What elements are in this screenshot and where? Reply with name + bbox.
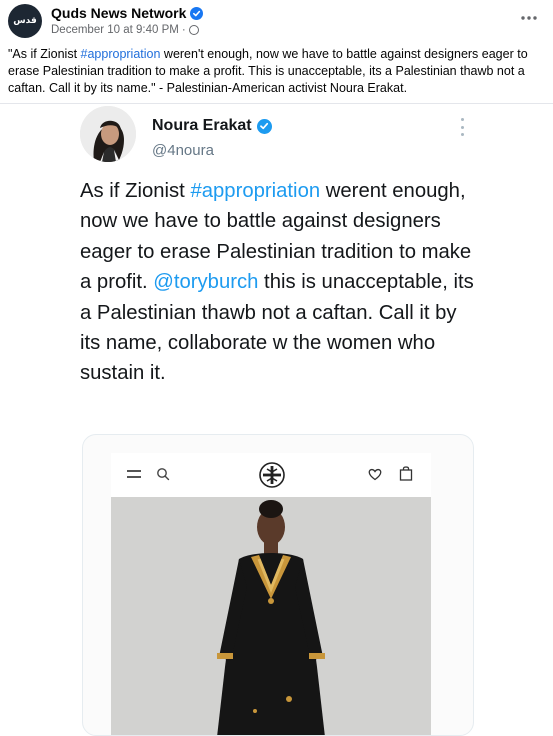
- tweet-mention: @toryburch: [153, 271, 259, 294]
- tweet-text: As if Zionist #appropriation werent enou…: [80, 176, 480, 389]
- search-icon: [157, 468, 170, 481]
- shop-navbar: [111, 453, 431, 497]
- heart-icon: [368, 468, 382, 481]
- menu-icon: [127, 468, 141, 480]
- more-options-button[interactable]: [517, 8, 541, 28]
- tory-burch-logo-icon: [259, 462, 285, 488]
- product-photo: [111, 497, 431, 735]
- post-caption: "As if Zionist #appropriation weren't en…: [8, 46, 548, 97]
- post-meta: December 10 at 9:40 PM ·: [51, 24, 199, 36]
- tweet-author-handle: @4noura: [152, 142, 214, 159]
- verified-badge-icon: [190, 6, 204, 20]
- tweet-verified-badge-icon: [256, 118, 272, 134]
- tweet-author-name-text: Noura Erakat: [152, 117, 252, 134]
- tweet-hashtag: #appropriation: [190, 180, 321, 202]
- tweet-more-icon: [458, 118, 466, 136]
- meta-separator: ·: [181, 24, 186, 36]
- tweet-author-name: Noura Erakat: [152, 117, 272, 135]
- shopping-bag-icon: [399, 466, 413, 481]
- tweet-text-part-1: As if Zionist: [80, 180, 191, 202]
- tweet-author-avatar: [80, 106, 136, 162]
- page-name: Quds News Network: [51, 5, 187, 21]
- page-avatar-logo: قدس: [13, 16, 37, 26]
- page-avatar[interactable]: قدس: [8, 4, 42, 38]
- globe-icon: [188, 25, 199, 35]
- caption-text-start: "As if Zionist: [8, 47, 81, 61]
- post-header: قدس Quds News Network December 10 at 9:4…: [0, 0, 553, 44]
- caption-hashtag-link[interactable]: #appropriation: [81, 47, 161, 61]
- more-options-icon: [521, 16, 537, 20]
- embedded-shop-card: [82, 434, 474, 736]
- post-timestamp[interactable]: December 10 at 9:40 PM: [51, 24, 179, 36]
- page-name-link[interactable]: Quds News Network: [51, 5, 204, 21]
